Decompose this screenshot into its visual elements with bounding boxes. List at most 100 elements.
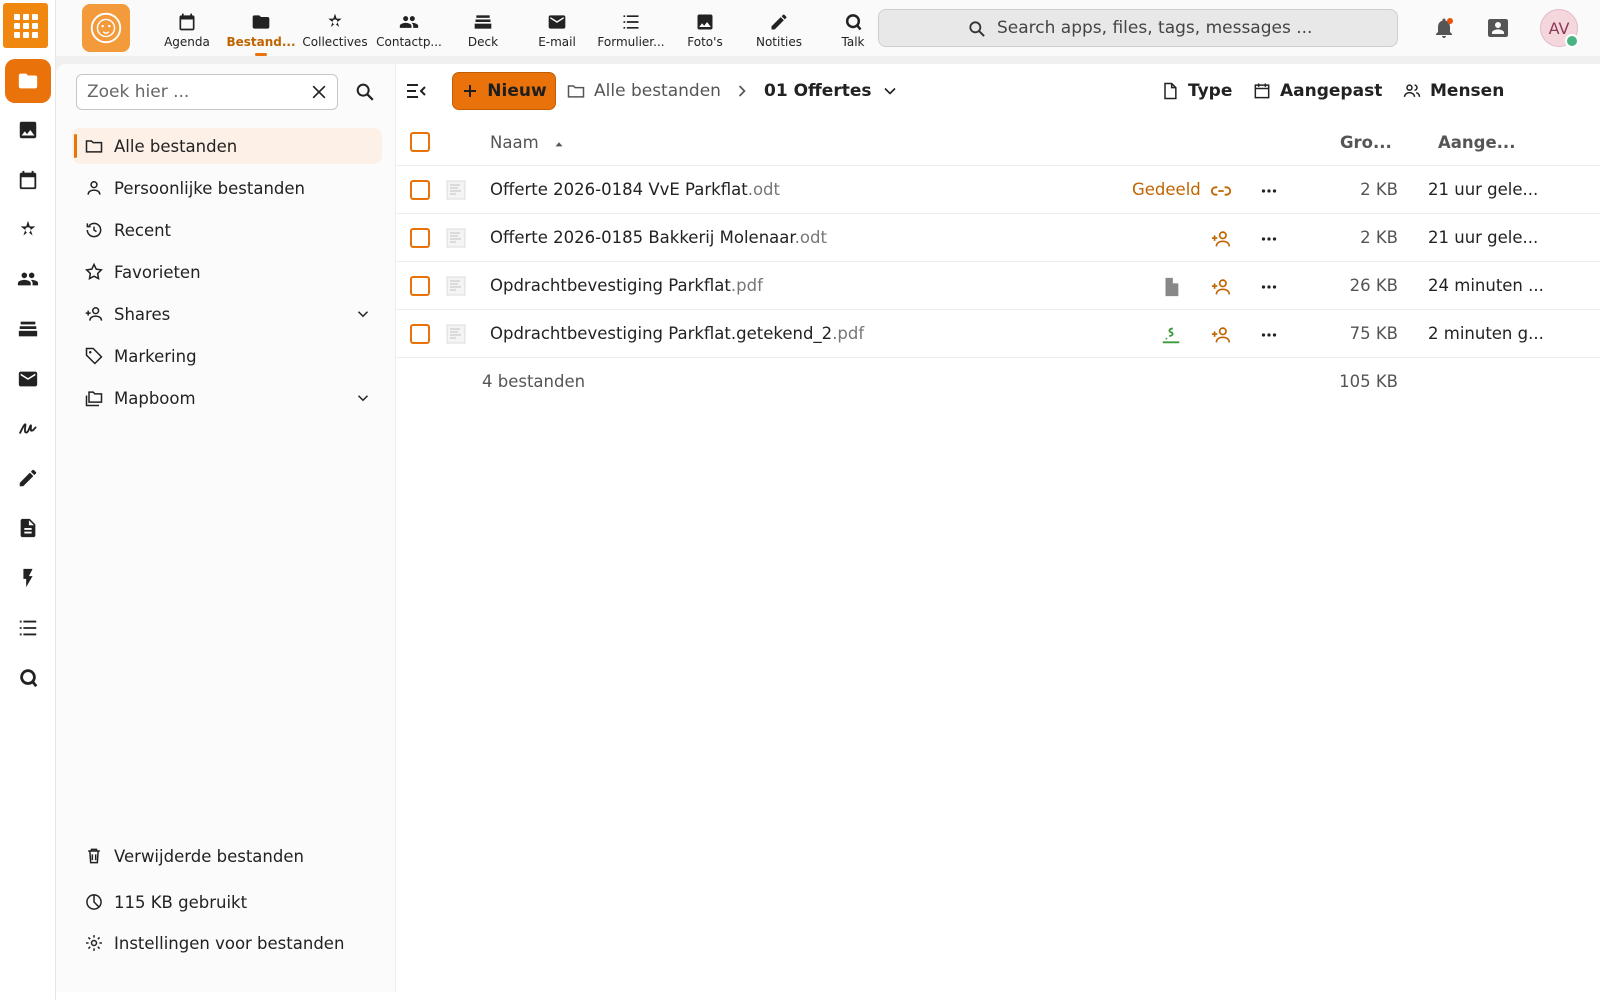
close-icon[interactable] xyxy=(309,82,329,102)
rail-talk[interactable] xyxy=(5,656,51,700)
filter-modified-button[interactable]: Aangepast xyxy=(1252,78,1382,104)
rail-files[interactable] xyxy=(5,59,51,103)
rail-deck[interactable] xyxy=(5,307,51,351)
user-avatar[interactable]: AV xyxy=(1540,9,1579,48)
row-checkbox[interactable] xyxy=(410,180,430,200)
sidebar-item-alle-bestanden[interactable]: Alle bestanden xyxy=(72,128,382,164)
rail-notes[interactable] xyxy=(5,456,51,500)
top-app-deck[interactable]: Deck xyxy=(446,12,520,54)
filter-type-label: Type xyxy=(1188,81,1233,101)
top-app-label: E-mail xyxy=(538,35,576,49)
row-checkbox[interactable] xyxy=(410,324,430,344)
file-base-name: Opdrachtbevestiging Parkflat.getekend_2 xyxy=(490,324,833,343)
sidebar-search-input[interactable]: Zoek hier ... xyxy=(76,74,338,110)
history-icon xyxy=(86,222,102,238)
list-icon xyxy=(19,620,37,636)
breadcrumb-root[interactable]: Alle bestanden xyxy=(566,78,721,104)
filter-people-button[interactable]: Mensen xyxy=(1402,78,1504,104)
contacts-menu-icon[interactable] xyxy=(1486,16,1510,40)
filter-type-button[interactable]: Type xyxy=(1160,78,1232,104)
sidebar-item-favorieten[interactable]: Favorieten xyxy=(72,254,382,290)
file-modified: 24 minuten ... xyxy=(1428,276,1544,295)
link-icon[interactable] xyxy=(1210,180,1232,202)
global-search[interactable]: Search apps, files, tags, messages ... xyxy=(878,9,1398,47)
more-actions-icon[interactable] xyxy=(1258,276,1280,298)
folder-outline-icon xyxy=(567,85,585,98)
account-plus-icon[interactable] xyxy=(1210,276,1232,298)
more-actions-icon[interactable] xyxy=(1258,180,1280,202)
rail-flow[interactable] xyxy=(5,556,51,600)
folder-icon xyxy=(18,73,38,89)
app-menu-button[interactable] xyxy=(3,3,48,48)
rail-collectives[interactable] xyxy=(5,208,51,252)
top-app-agenda[interactable]: Agenda xyxy=(150,12,224,54)
calendar-icon xyxy=(1254,83,1270,99)
new-button[interactable]: Nieuw xyxy=(452,72,556,110)
sidebar-item-shares[interactable]: Shares xyxy=(72,296,382,332)
table-row[interactable]: Opdrachtbevestiging Parkflat.getekend_2.… xyxy=(396,310,1600,358)
rail-forms[interactable] xyxy=(5,606,51,650)
top-app-label: Bestand... xyxy=(226,35,296,49)
top-app-forms[interactable]: Formulier... xyxy=(594,12,668,54)
plus-icon xyxy=(464,85,477,97)
grid-icon xyxy=(13,13,38,38)
column-size[interactable]: Gro... xyxy=(1340,133,1392,152)
summary-size: 105 KB xyxy=(1339,372,1398,391)
sidebar-item-recent[interactable]: Recent xyxy=(72,212,382,248)
more-actions-icon[interactable] xyxy=(1258,324,1280,346)
rail-contacts[interactable] xyxy=(5,257,51,301)
more-actions-icon[interactable] xyxy=(1258,228,1280,250)
bell-icon[interactable] xyxy=(1432,16,1456,40)
top-app-notes[interactable]: Notities xyxy=(742,12,816,54)
chart-pie-icon xyxy=(86,894,102,910)
chevron-down-icon[interactable] xyxy=(354,389,372,407)
file-icon xyxy=(1165,277,1179,297)
rail-text[interactable] xyxy=(5,506,51,550)
sidebar-item-markering[interactable]: Markering xyxy=(72,338,382,374)
file-name[interactable]: Opdrachtbevestiging Parkflat.pdf xyxy=(490,276,763,295)
file-name[interactable]: Offerte 2026-0185 Bakkerij Molenaar.odt xyxy=(490,228,827,247)
sidebar-item-persoonlijke-bestanden[interactable]: Persoonlijke bestanden xyxy=(72,170,382,206)
top-app-contacts[interactable]: Contactp... xyxy=(372,12,446,54)
file-size: 2 KB xyxy=(1360,228,1398,247)
rail-calendar[interactable] xyxy=(5,158,51,202)
summary-count: 4 bestanden xyxy=(482,372,586,391)
shared-label[interactable]: Gedeeld xyxy=(1132,180,1201,199)
top-app-label: Notities xyxy=(755,35,803,49)
top-app-mail[interactable]: E-mail xyxy=(520,12,594,54)
file-name[interactable]: Offerte 2026-0184 VvE Parkflat.odt xyxy=(490,180,780,199)
search-icon[interactable] xyxy=(354,81,376,103)
column-name[interactable]: Naam xyxy=(490,133,566,152)
online-status-badge xyxy=(1565,34,1579,48)
signature-icon xyxy=(1162,327,1180,344)
rail-sign[interactable] xyxy=(5,406,51,450)
files-sidebar: Zoek hier ... Alle bestanden Persoonlijke… xyxy=(56,64,396,992)
table-row[interactable]: Opdrachtbevestiging Parkflat.pdf 26 KB 24 … xyxy=(396,262,1600,310)
breadcrumb-current[interactable]: 01 Offertes xyxy=(764,78,908,104)
top-app-collectives[interactable]: Collectives xyxy=(298,12,372,54)
new-button-label: Nieuw xyxy=(487,81,547,101)
row-checkbox[interactable] xyxy=(410,228,430,248)
select-all-checkbox[interactable] xyxy=(410,132,430,152)
account-plus-icon[interactable] xyxy=(1210,228,1232,250)
lion-logo[interactable] xyxy=(82,4,130,52)
file-name[interactable]: Opdrachtbevestiging Parkflat.getekend_2.… xyxy=(490,324,864,343)
rail-mail[interactable] xyxy=(5,357,51,401)
top-app-photos[interactable]: Foto's xyxy=(668,12,742,54)
column-modified[interactable]: Aange... xyxy=(1438,133,1515,152)
sort-ascending-icon xyxy=(555,141,563,146)
table-row[interactable]: Offerte 2026-0185 Bakkerij Molenaar.odt 2… xyxy=(396,214,1600,262)
top-app-files[interactable]: Bestand... xyxy=(224,12,298,56)
files-list-area: Nieuw Alle bestanden 01 Offertes Type Aa… xyxy=(396,64,1600,992)
sidebar-item-mapboom[interactable]: Mapboom xyxy=(72,380,382,416)
table-row[interactable]: Offerte 2026-0184 VvE Parkflat.odt Gedeel… xyxy=(396,166,1600,214)
row-checkbox[interactable] xyxy=(410,276,430,296)
menu-toggle-icon[interactable] xyxy=(404,79,428,103)
trash-link[interactable]: Verwijderde bestanden xyxy=(72,840,382,872)
account-plus-icon[interactable] xyxy=(1210,324,1232,346)
rail-photos[interactable] xyxy=(5,108,51,152)
file-outline-icon xyxy=(1164,82,1177,100)
files-settings-link[interactable]: Instellingen voor bestanden xyxy=(72,927,382,959)
gear-icon xyxy=(86,935,102,951)
chevron-down-icon[interactable] xyxy=(354,305,372,323)
